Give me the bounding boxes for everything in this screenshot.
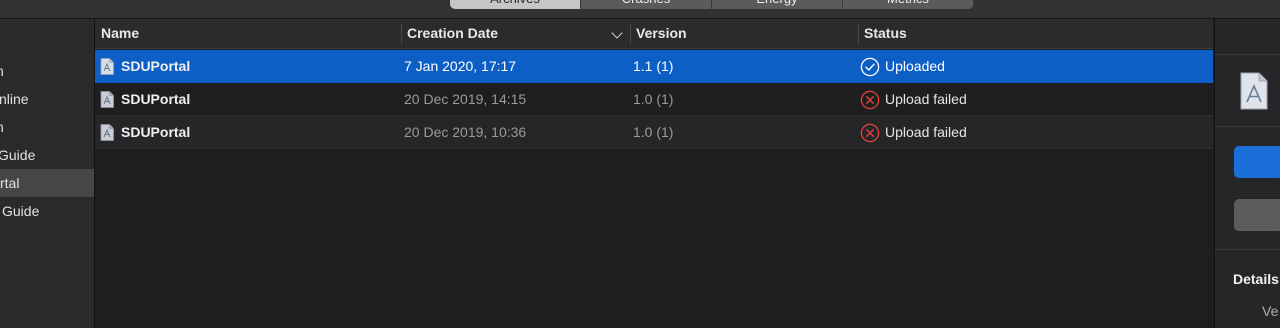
table-row[interactable]: SDUPortal 7 Jan 2020, 17:17 1.1 (1) Uplo…	[95, 50, 1213, 83]
divider	[1215, 249, 1280, 250]
app-sidebar: h nline n Guide rtal Guide	[0, 19, 95, 328]
sidebar-item-label: rtal	[0, 175, 20, 191]
upload-status: Upload failed	[885, 124, 967, 140]
archive-version: 1.0 (1)	[633, 124, 674, 140]
archive-name: SDUPortal	[121, 91, 191, 107]
sidebar-item-selected[interactable]: rtal	[0, 169, 94, 197]
check-circle-icon	[860, 57, 880, 77]
tab-crashes[interactable]: Crashes	[581, 0, 712, 9]
table-row[interactable]: SDUPortal 20 Dec 2019, 10:36 1.0 (1) Upl…	[95, 116, 1213, 149]
sidebar-item-label: Guide	[2, 203, 40, 219]
table-row[interactable]: SDUPortal 20 Dec 2019, 14:15 1.0 (1) Upl…	[95, 83, 1213, 116]
archive-version: 1.1 (1)	[633, 58, 674, 74]
tab-archives[interactable]: Archives	[450, 0, 581, 9]
column-header-version[interactable]: Version	[630, 19, 859, 48]
sidebar-item-label: Guide	[0, 147, 36, 163]
row-divider	[95, 148, 1213, 149]
divider	[1215, 54, 1280, 55]
archive-file-icon	[1240, 72, 1268, 110]
archive-file-icon	[100, 58, 114, 75]
details-version-label: Ve	[1262, 303, 1279, 319]
toolbar: Archives Crashes Energy Metrics	[0, 0, 1280, 19]
upload-status: Uploaded	[885, 58, 945, 74]
details-heading: Details	[1233, 271, 1279, 287]
sidebar-item[interactable]: h	[0, 57, 94, 85]
sidebar-item[interactable]: Guide	[0, 197, 94, 225]
sidebar-item-label: nline	[0, 91, 29, 107]
distribute-app-button[interactable]	[1234, 146, 1280, 178]
error-x-circle-icon	[860, 90, 880, 110]
tab-energy[interactable]: Energy	[712, 0, 843, 9]
archive-name: SDUPortal	[121, 124, 191, 140]
table-header: Name Creation Date Version Status	[95, 19, 1213, 49]
archives-table: Name Creation Date Version Status SDUPor…	[95, 19, 1213, 328]
archive-date: 20 Dec 2019, 10:36	[404, 124, 527, 140]
organizer-segmented-control: Archives Crashes Energy Metrics	[450, 0, 974, 9]
archive-date: 7 Jan 2020, 17:17	[404, 58, 517, 74]
column-header-status[interactable]: Status	[858, 19, 1213, 48]
error-x-circle-icon	[860, 123, 880, 143]
archive-name: SDUPortal	[121, 58, 191, 74]
inspector-panel: Details Ve	[1214, 19, 1280, 328]
archive-file-icon	[100, 91, 114, 108]
column-header-name[interactable]: Name	[95, 19, 402, 48]
tab-metrics[interactable]: Metrics	[843, 0, 974, 9]
column-header-creation-date[interactable]: Creation Date	[401, 19, 630, 48]
archive-date: 20 Dec 2019, 14:15	[404, 91, 527, 107]
upload-status: Upload failed	[885, 91, 967, 107]
divider	[1215, 126, 1280, 127]
sidebar-item[interactable]: Guide	[0, 141, 94, 169]
validate-app-button[interactable]	[1234, 199, 1280, 231]
archive-file-icon	[100, 124, 114, 141]
sidebar-item-label: n	[0, 113, 4, 141]
archive-version: 1.0 (1)	[633, 91, 674, 107]
sidebar-item-label: h	[0, 57, 4, 85]
sidebar-item[interactable]: n	[0, 113, 94, 141]
sidebar-item[interactable]: nline	[0, 85, 94, 113]
